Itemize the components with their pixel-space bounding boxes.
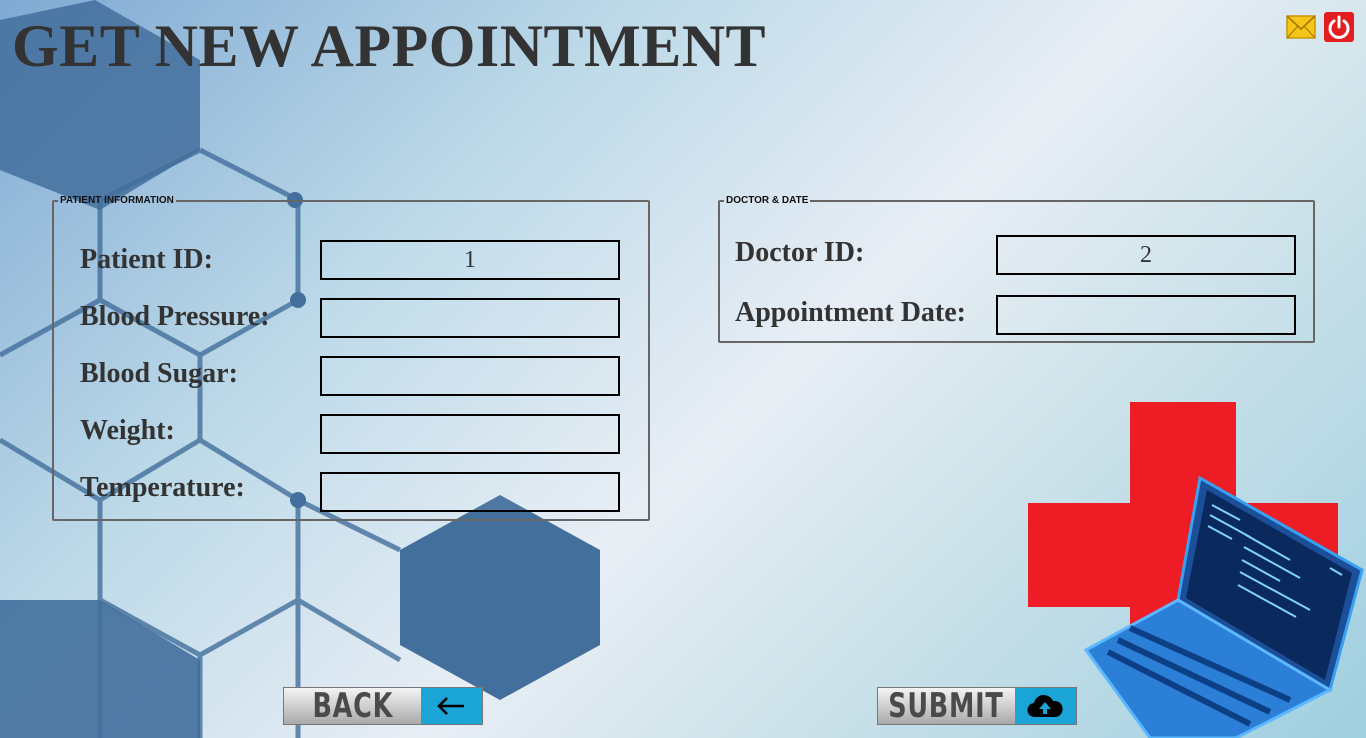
patient-information-panel: PATIENT INFORMATION Patient ID: Blood Pr… (52, 195, 650, 521)
appointment-date-label: Appointment Date: (735, 297, 966, 328)
blood-sugar-label: Blood Sugar: (80, 358, 238, 389)
cloud-upload-icon (1027, 694, 1063, 718)
doctor-panel-legend: DOCTOR & DATE (726, 195, 809, 206)
doctor-date-panel: DOCTOR & DATE Doctor ID: Appointment Dat… (718, 195, 1315, 343)
submit-button[interactable]: SUBMIT (877, 687, 1077, 725)
medical-cross-icon (1028, 402, 1338, 710)
back-button-label: BACK (311, 688, 393, 724)
back-button[interactable]: BACK (283, 687, 483, 725)
laptop-icon (1083, 475, 1364, 738)
power-icon[interactable] (1324, 12, 1354, 42)
temperature-label: Temperature: (80, 472, 245, 503)
patient-id-field[interactable] (320, 240, 620, 280)
appointment-date-field[interactable] (996, 295, 1296, 335)
weight-field[interactable] (320, 414, 620, 454)
blood-pressure-label: Blood Pressure: (80, 301, 270, 332)
blood-sugar-field[interactable] (320, 356, 620, 396)
arrow-left-icon (437, 697, 465, 715)
weight-label: Weight: (80, 415, 175, 446)
doctor-id-field[interactable] (996, 235, 1296, 275)
doctor-id-label: Doctor ID: (735, 237, 865, 268)
patient-panel-legend: PATIENT INFORMATION (60, 195, 174, 206)
temperature-field[interactable] (320, 472, 620, 512)
patient-id-label: Patient ID: (80, 244, 213, 275)
mail-icon[interactable] (1286, 12, 1316, 42)
page-title: GET NEW APPOINTMENT (12, 13, 767, 79)
submit-button-label: SUBMIT (888, 688, 1004, 724)
blood-pressure-field[interactable] (320, 298, 620, 338)
